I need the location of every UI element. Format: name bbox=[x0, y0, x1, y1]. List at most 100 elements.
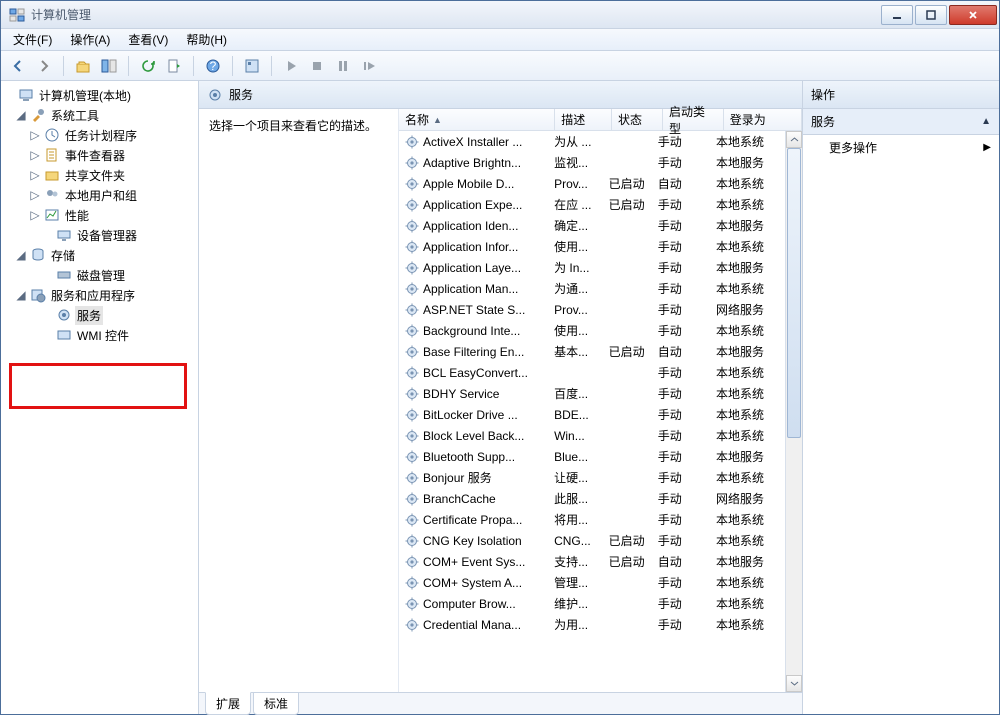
service-row[interactable]: BDHY Service百度...手动本地系统 bbox=[399, 383, 785, 404]
pause-button[interactable] bbox=[332, 55, 354, 77]
scroll-thumb[interactable] bbox=[787, 148, 801, 438]
service-row[interactable]: Bluetooth Supp...Blue...手动本地服务 bbox=[399, 446, 785, 467]
vertical-scrollbar[interactable] bbox=[785, 131, 802, 692]
service-row[interactable]: Application Expe...在应 ...已启动手动本地系统 bbox=[399, 194, 785, 215]
service-startup: 手动 bbox=[652, 259, 710, 276]
service-row[interactable]: CNG Key IsolationCNG...已启动手动本地系统 bbox=[399, 530, 785, 551]
service-row[interactable]: Credential Mana...为用...手动本地系统 bbox=[399, 614, 785, 635]
col-startup[interactable]: 启动类型 bbox=[663, 109, 724, 130]
service-row[interactable]: BitLocker Drive ...BDE...手动本地系统 bbox=[399, 404, 785, 425]
service-row[interactable]: Apple Mobile D...Prov...已启动自动本地系统 bbox=[399, 173, 785, 194]
tree-task-scheduler[interactable]: ▷ 任务计划程序 bbox=[1, 125, 198, 145]
actions-section[interactable]: 服务 ▲ bbox=[803, 109, 999, 135]
service-rows[interactable]: ActiveX Installer ...为从 ...手动本地系统Adaptiv… bbox=[399, 131, 785, 692]
service-row[interactable]: Certificate Propa...将用...手动本地系统 bbox=[399, 509, 785, 530]
menu-file[interactable]: 文件(F) bbox=[5, 29, 60, 50]
menu-help[interactable]: 帮助(H) bbox=[178, 29, 235, 50]
tree-disk-management[interactable]: 磁盘管理 bbox=[1, 265, 198, 285]
content-area: 计算机管理(本地) ◢ 系统工具 ▷ 任务计划程序 ▷ 事件查看器 ▷ 共享文件… bbox=[1, 81, 999, 714]
properties-button[interactable] bbox=[241, 55, 263, 77]
service-logon: 本地系统 bbox=[710, 616, 785, 633]
close-button[interactable] bbox=[949, 5, 997, 25]
col-desc[interactable]: 描述 bbox=[555, 109, 612, 130]
services-list: 名称▲ 描述 状态 启动类型 登录为 ActiveX Installer ...… bbox=[399, 109, 802, 692]
refresh-button[interactable] bbox=[137, 55, 159, 77]
forward-button[interactable] bbox=[33, 55, 55, 77]
service-status: 已启动 bbox=[603, 532, 652, 549]
tree-event-viewer[interactable]: ▷ 事件查看器 bbox=[1, 145, 198, 165]
up-button[interactable] bbox=[72, 55, 94, 77]
service-startup: 手动 bbox=[652, 238, 710, 255]
service-row[interactable]: Base Filtering En...基本...已启动自动本地服务 bbox=[399, 341, 785, 362]
tree-pane[interactable]: 计算机管理(本地) ◢ 系统工具 ▷ 任务计划程序 ▷ 事件查看器 ▷ 共享文件… bbox=[1, 81, 199, 714]
tree-shared-folders[interactable]: ▷ 共享文件夹 bbox=[1, 165, 198, 185]
service-row[interactable]: Block Level Back...Win...手动本地系统 bbox=[399, 425, 785, 446]
minimize-button[interactable] bbox=[881, 5, 913, 25]
service-name: Bluetooth Supp... bbox=[423, 450, 515, 464]
service-name: COM+ Event Sys... bbox=[423, 555, 525, 569]
tree-system-tools[interactable]: ◢ 系统工具 bbox=[1, 105, 198, 125]
tree-storage[interactable]: ◢ 存储 bbox=[1, 245, 198, 265]
service-logon: 本地服务 bbox=[710, 154, 785, 171]
scroll-down-button[interactable] bbox=[786, 675, 802, 692]
service-logon: 本地系统 bbox=[710, 322, 785, 339]
show-hide-tree-button[interactable] bbox=[98, 55, 120, 77]
tab-standard[interactable]: 标准 bbox=[253, 693, 299, 715]
service-row[interactable]: COM+ Event Sys...支持...已启动自动本地服务 bbox=[399, 551, 785, 572]
service-startup: 手动 bbox=[652, 490, 710, 507]
share-icon bbox=[44, 167, 60, 183]
service-startup: 手动 bbox=[652, 532, 710, 549]
menu-view[interactable]: 查看(V) bbox=[120, 29, 176, 50]
service-name: Bonjour 服务 bbox=[423, 469, 492, 486]
service-row[interactable]: Computer Brow...维护...手动本地系统 bbox=[399, 593, 785, 614]
bottom-tabs: 扩展 标准 bbox=[199, 692, 802, 714]
service-logon: 本地系统 bbox=[710, 406, 785, 423]
actions-header: 操作 bbox=[803, 81, 999, 109]
export-button[interactable] bbox=[163, 55, 185, 77]
gear-icon bbox=[405, 303, 419, 317]
service-row[interactable]: Application Laye...为 In...手动本地服务 bbox=[399, 257, 785, 278]
service-row[interactable]: Application Iden...确定...手动本地服务 bbox=[399, 215, 785, 236]
service-row[interactable]: Application Infor...使用...手动本地系统 bbox=[399, 236, 785, 257]
service-row[interactable]: BCL EasyConvert...手动本地系统 bbox=[399, 362, 785, 383]
col-name[interactable]: 名称▲ bbox=[399, 109, 555, 130]
tree-root[interactable]: 计算机管理(本地) bbox=[1, 85, 198, 105]
service-row[interactable]: ASP.NET State S...Prov...手动网络服务 bbox=[399, 299, 785, 320]
help-button[interactable]: ? bbox=[202, 55, 224, 77]
tree-services[interactable]: 服务 bbox=[1, 305, 198, 325]
col-status[interactable]: 状态 bbox=[612, 109, 663, 130]
service-row[interactable]: ActiveX Installer ...为从 ...手动本地系统 bbox=[399, 131, 785, 152]
menu-action[interactable]: 操作(A) bbox=[62, 29, 118, 50]
tab-extended[interactable]: 扩展 bbox=[205, 692, 251, 715]
service-row[interactable]: Bonjour 服务让硬...手动本地系统 bbox=[399, 467, 785, 488]
service-row[interactable]: COM+ System A...管理...手动本地系统 bbox=[399, 572, 785, 593]
service-desc: 百度... bbox=[548, 385, 603, 402]
restart-button[interactable] bbox=[358, 55, 380, 77]
tree-performance[interactable]: ▷ 性能 bbox=[1, 205, 198, 225]
gear-icon bbox=[405, 156, 419, 170]
service-row[interactable]: BranchCache此服...手动网络服务 bbox=[399, 488, 785, 509]
storage-icon bbox=[30, 247, 46, 263]
gear-icon bbox=[405, 177, 419, 191]
col-logon[interactable]: 登录为 bbox=[724, 109, 802, 130]
gear-icon bbox=[405, 198, 419, 212]
actions-more[interactable]: 更多操作 ▶ bbox=[803, 135, 999, 160]
tree-local-users[interactable]: ▷ 本地用户和组 bbox=[1, 185, 198, 205]
play-button[interactable] bbox=[280, 55, 302, 77]
service-row[interactable]: Application Man...为通...手动本地系统 bbox=[399, 278, 785, 299]
tree-device-manager[interactable]: 设备管理器 bbox=[1, 225, 198, 245]
gear-icon bbox=[405, 366, 419, 380]
service-row[interactable]: Background Inte...使用...手动本地系统 bbox=[399, 320, 785, 341]
window: 计算机管理 文件(F) 操作(A) 查看(V) 帮助(H) ? bbox=[0, 0, 1000, 715]
service-desc: 支持... bbox=[548, 553, 603, 570]
stop-button[interactable] bbox=[306, 55, 328, 77]
service-name: Block Level Back... bbox=[423, 429, 524, 443]
titlebar[interactable]: 计算机管理 bbox=[1, 1, 999, 29]
scroll-up-button[interactable] bbox=[786, 131, 802, 148]
tree-wmi[interactable]: WMI 控件 bbox=[1, 325, 198, 345]
maximize-button[interactable] bbox=[915, 5, 947, 25]
clock-icon bbox=[44, 127, 60, 143]
service-row[interactable]: Adaptive Brightn...监视...手动本地服务 bbox=[399, 152, 785, 173]
back-button[interactable] bbox=[7, 55, 29, 77]
tree-services-apps[interactable]: ◢ 服务和应用程序 bbox=[1, 285, 198, 305]
